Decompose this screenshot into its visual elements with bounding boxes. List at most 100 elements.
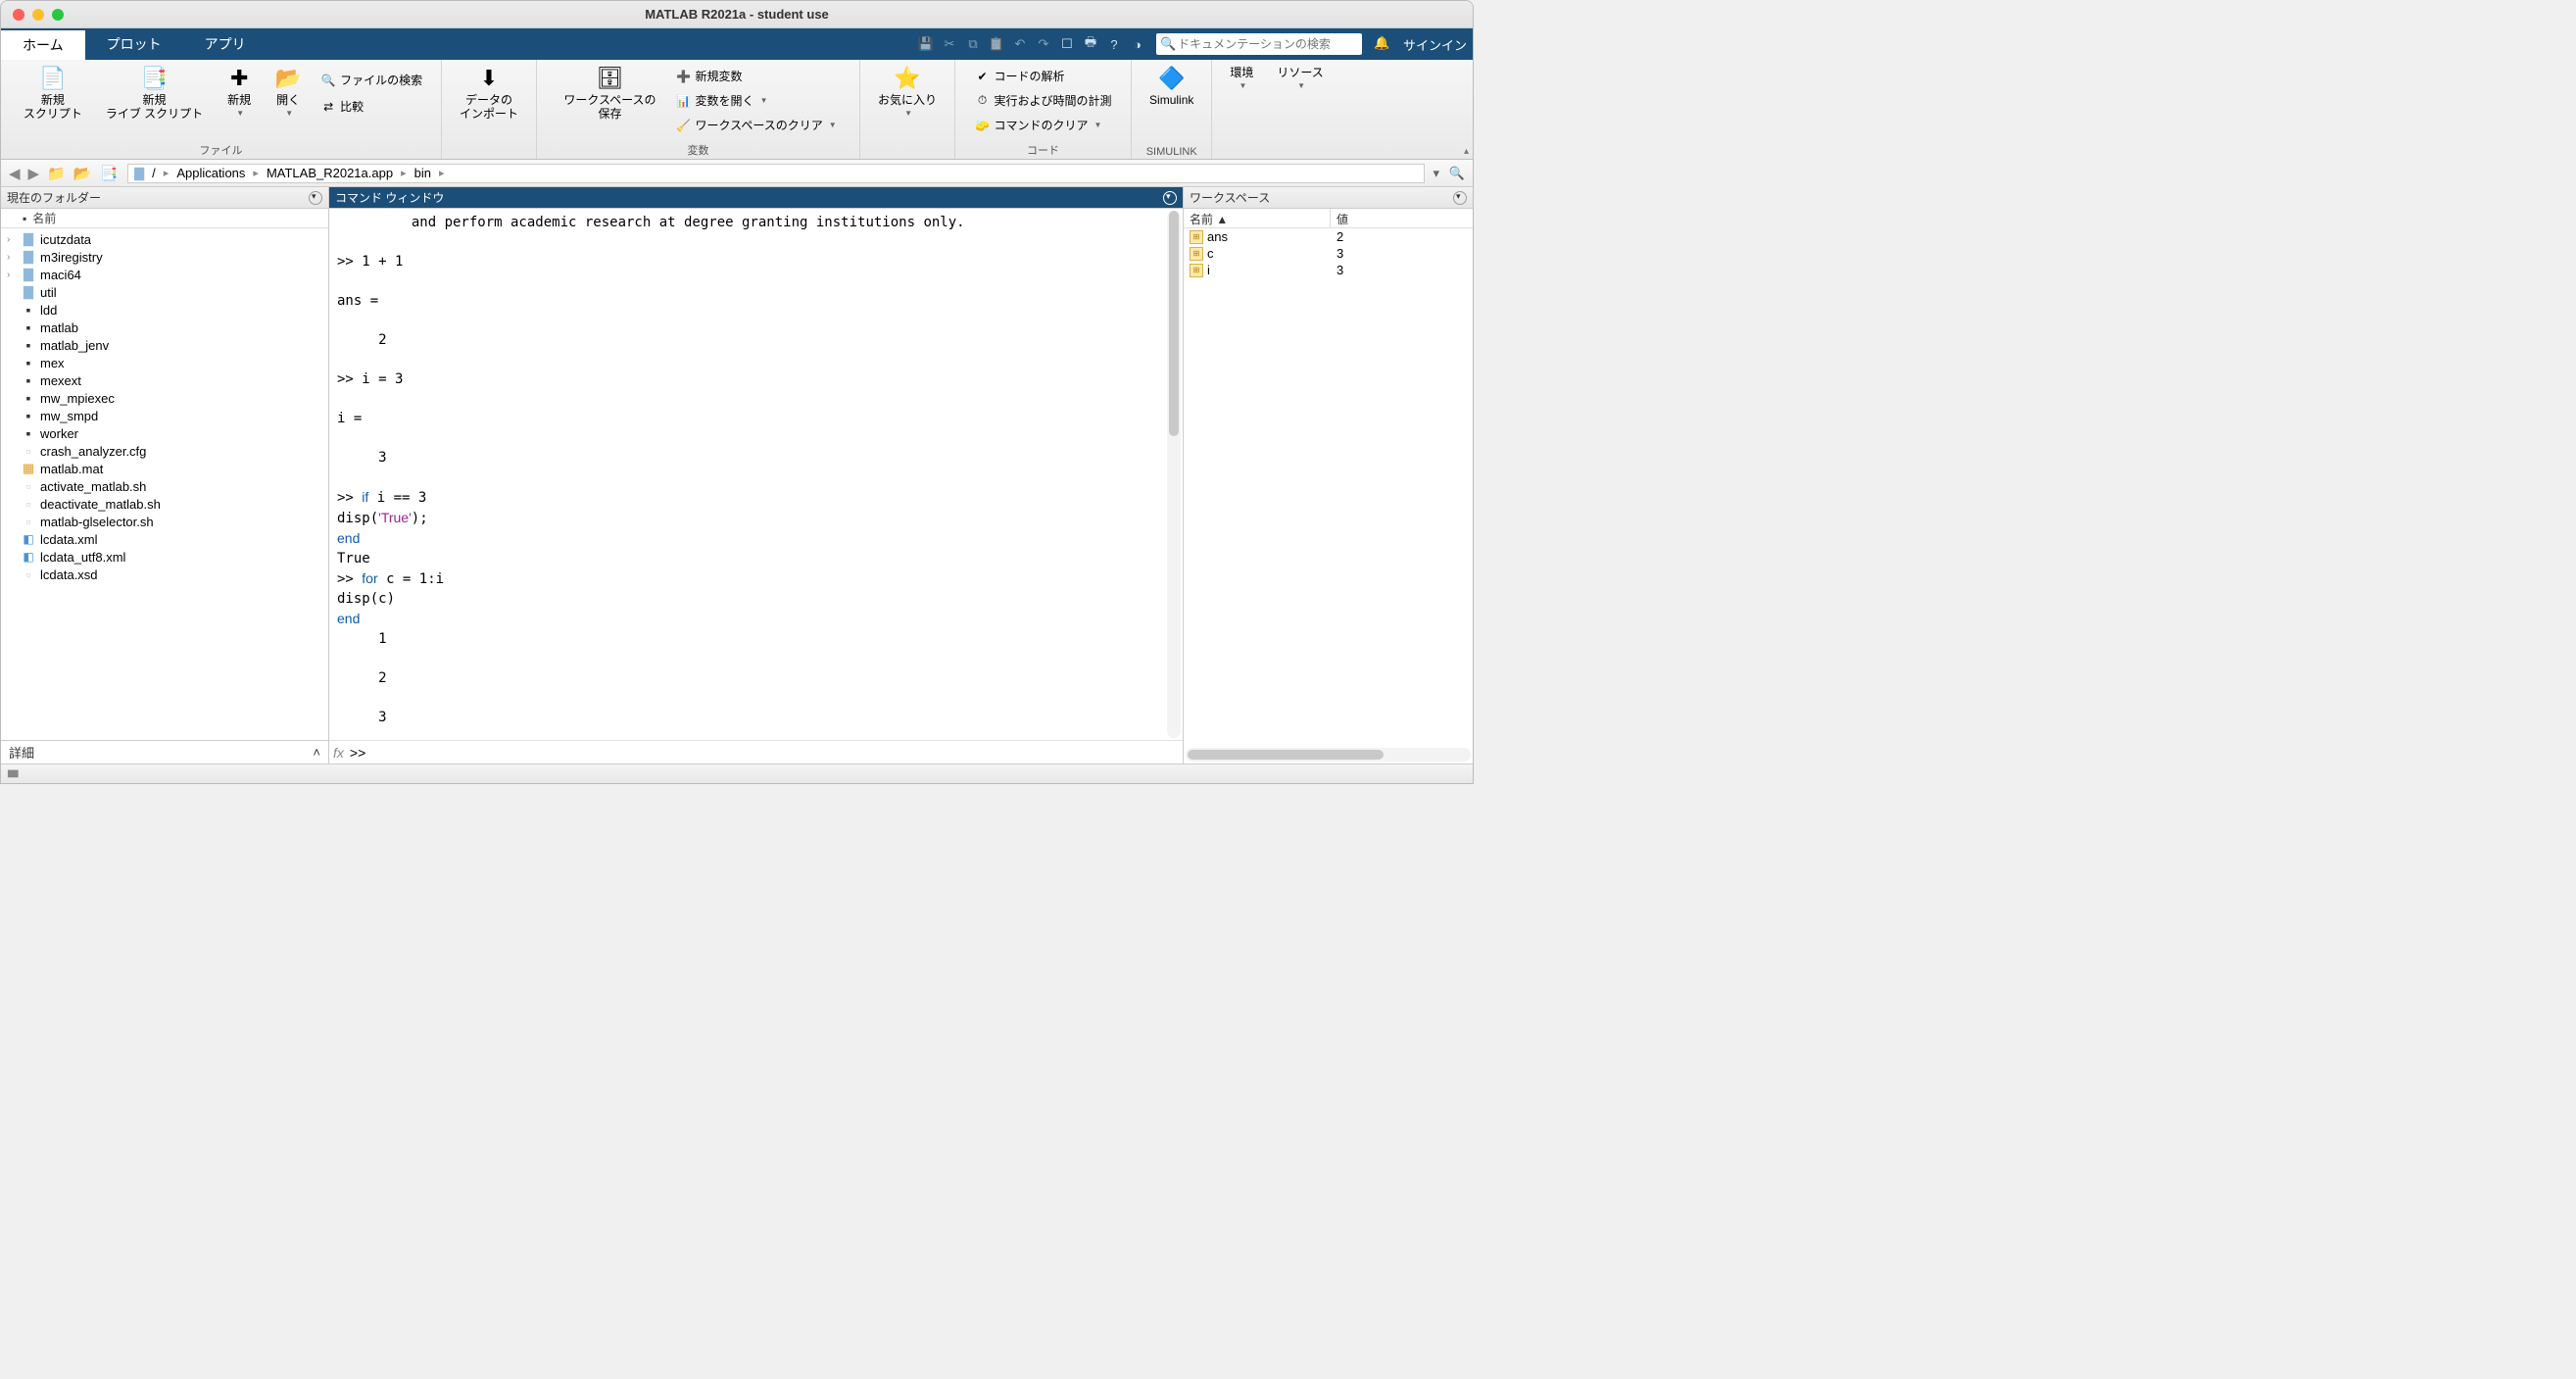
folder-panel-menu-icon[interactable] — [309, 191, 322, 205]
cmd-scrollbar[interactable] — [1167, 211, 1181, 738]
resources-button[interactable]: リソース — [1269, 64, 1331, 92]
collapse-ribbon-icon[interactable]: ▴ — [1464, 146, 1469, 157]
command-window-output[interactable]: and perform academic research at degree … — [329, 209, 1183, 740]
workspace-variable[interactable]: ⊞c3 — [1184, 245, 1473, 262]
folder-item[interactable]: lcdata.xml — [1, 530, 328, 548]
switch-windows-icon[interactable]: ☐ — [1056, 33, 1078, 55]
signin-link[interactable]: サインイン — [1403, 35, 1467, 54]
import-data-button[interactable]: ⬇ データの インポート — [452, 64, 526, 123]
clear-commands-button[interactable]: 🧽コマンドのクリア — [971, 115, 1116, 135]
compare-button[interactable]: ⇄比較 — [316, 96, 426, 117]
file-name: mex — [40, 356, 65, 370]
tab-plot[interactable]: プロット — [85, 28, 183, 60]
cmd-panel-menu-icon[interactable] — [1163, 191, 1177, 205]
folder-item[interactable]: › m3iregistry — [1, 248, 328, 266]
folder-item[interactable]: mex — [1, 354, 328, 371]
file-name: util — [40, 285, 57, 300]
environment-button[interactable]: 環境 — [1222, 64, 1261, 92]
crumb-3[interactable]: bin — [411, 166, 435, 180]
minimize-icon[interactable] — [32, 9, 44, 21]
doc-search-input[interactable] — [1178, 37, 1358, 51]
folder-item[interactable]: crash_analyzer.cfg — [1, 442, 328, 460]
folder-item[interactable]: mexext — [1, 371, 328, 389]
crumb-root[interactable]: / — [148, 166, 160, 180]
ws-hscrollbar[interactable] — [1186, 748, 1471, 762]
folder-item[interactable]: matlab.mat — [1, 460, 328, 477]
folder-detail-bar[interactable]: 詳細 ˄ — [1, 740, 328, 763]
notification-icon[interactable]: 🔔 — [1374, 35, 1391, 53]
analyze-code-button[interactable]: ✔コードの解析 — [971, 66, 1116, 86]
folder-item[interactable]: matlab — [1, 319, 328, 336]
maximize-icon[interactable] — [52, 9, 64, 21]
nav-forward-icon[interactable]: ▶ — [26, 165, 42, 182]
new-script-button[interactable]: 📄 新規 スクリプト — [16, 64, 90, 123]
run-time-button[interactable]: ⏱実行および時間の計測 — [971, 90, 1116, 111]
doc-search[interactable]: 🔍 — [1156, 33, 1362, 55]
expand-caret-icon[interactable]: › — [7, 234, 17, 245]
nav-back-icon[interactable]: ◀ — [7, 165, 23, 182]
save-icon[interactable]: 💾 — [915, 33, 937, 55]
ws-panel-menu-icon[interactable] — [1453, 191, 1467, 205]
find-files-button[interactable]: 🔍ファイルの検索 — [316, 70, 426, 90]
nav-bookmark-icon[interactable]: 📑 — [97, 165, 120, 182]
tab-apps[interactable]: アプリ — [183, 28, 267, 60]
folder-item[interactable]: lcdata_utf8.xml — [1, 548, 328, 566]
command-prompt-line[interactable]: fx >> — [329, 740, 1183, 763]
nav-up-icon[interactable]: 📁 — [45, 165, 68, 182]
expand-caret-icon[interactable]: › — [7, 270, 17, 280]
folder-item[interactable]: lcdata.xsd — [1, 566, 328, 583]
busy-indicator-icon: ▮▮▮ — [7, 768, 18, 779]
ws-hscroll-thumb[interactable] — [1188, 750, 1384, 760]
ws-col-name[interactable]: 名前 ▲ — [1184, 209, 1331, 227]
paste-icon[interactable]: 📋 — [986, 33, 1007, 55]
crumb-2[interactable]: MATLAB_R2021a.app — [263, 166, 397, 180]
crumb-1[interactable]: Applications — [172, 166, 249, 180]
tab-home[interactable]: ホーム — [1, 28, 85, 60]
folder-item[interactable]: matlab-glselector.sh — [1, 513, 328, 530]
folder-item[interactable]: activate_matlab.sh — [1, 477, 328, 495]
txt-icon — [21, 566, 36, 582]
path-search-icon[interactable]: 🔍 — [1447, 166, 1467, 181]
folder-item[interactable]: util — [1, 283, 328, 301]
addon-icon[interactable]: ◑ — [1127, 33, 1148, 55]
open-button[interactable]: 📂 開く — [267, 64, 309, 123]
folder-column-header[interactable]: ▪ 名前 — [1, 209, 328, 228]
close-icon[interactable] — [13, 9, 24, 21]
undo-icon[interactable]: ↶ — [1009, 33, 1031, 55]
print-icon[interactable]: 🖶 — [1080, 33, 1101, 55]
folder-item[interactable]: ›maci64 — [1, 266, 328, 283]
expand-caret-icon[interactable]: › — [7, 252, 17, 263]
folder-item[interactable]: ›icutzdata — [1, 230, 328, 248]
cmd-scroll-thumb[interactable] — [1169, 211, 1179, 436]
path-field[interactable]: ▇ /▸ Applications▸ MATLAB_R2021a.app▸ bi… — [127, 164, 1425, 183]
save-workspace-button[interactable]: 🗄 ワークスペースの 保存 — [556, 64, 663, 135]
cut-icon[interactable]: ✂ — [939, 33, 960, 55]
ws-col-value[interactable]: 値 — [1331, 209, 1354, 227]
folder-item[interactable]: deactivate_matlab.sh — [1, 495, 328, 513]
folder-item[interactable]: matlab_jenv — [1, 336, 328, 354]
workspace-variable[interactable]: ⊞i3 — [1184, 262, 1473, 278]
clear-workspace-button[interactable]: 🧹ワークスペースのクリア — [672, 115, 841, 135]
folder-item[interactable]: mw_smpd — [1, 407, 328, 424]
favorites-button[interactable]: ⭐ お気に入り — [870, 64, 945, 120]
workspace-variable[interactable]: ⊞ans2 — [1184, 228, 1473, 245]
folder-item[interactable]: mw_mpiexec — [1, 389, 328, 407]
fx-icon[interactable]: fx — [333, 745, 344, 761]
new-live-script-button[interactable]: 📑 新規 ライブ スクリプト — [98, 64, 211, 123]
redo-icon[interactable]: ↷ — [1033, 33, 1054, 55]
chevron-up-icon[interactable]: ˄ — [313, 745, 320, 760]
file-name: m3iregistry — [40, 250, 103, 265]
help-icon[interactable]: ? — [1103, 33, 1125, 55]
simulink-button[interactable]: 🔷 Simulink — [1142, 64, 1201, 109]
nav-browse-icon[interactable]: 📂 — [72, 165, 94, 182]
open-variable-button[interactable]: 📊変数を開く — [672, 90, 841, 111]
path-dropdown-icon[interactable]: ▾ — [1429, 166, 1443, 181]
bin-icon — [21, 425, 36, 441]
new-variable-button[interactable]: ➕新規変数 — [672, 66, 841, 86]
file-name: lcdata.xml — [40, 532, 98, 547]
new-button[interactable]: ✚ 新規 — [219, 64, 260, 123]
workspace-columns[interactable]: 名前 ▲ 値 — [1184, 209, 1473, 228]
folder-item[interactable]: ldd — [1, 301, 328, 319]
folder-item[interactable]: worker — [1, 424, 328, 442]
copy-icon[interactable]: ⧉ — [962, 33, 984, 55]
